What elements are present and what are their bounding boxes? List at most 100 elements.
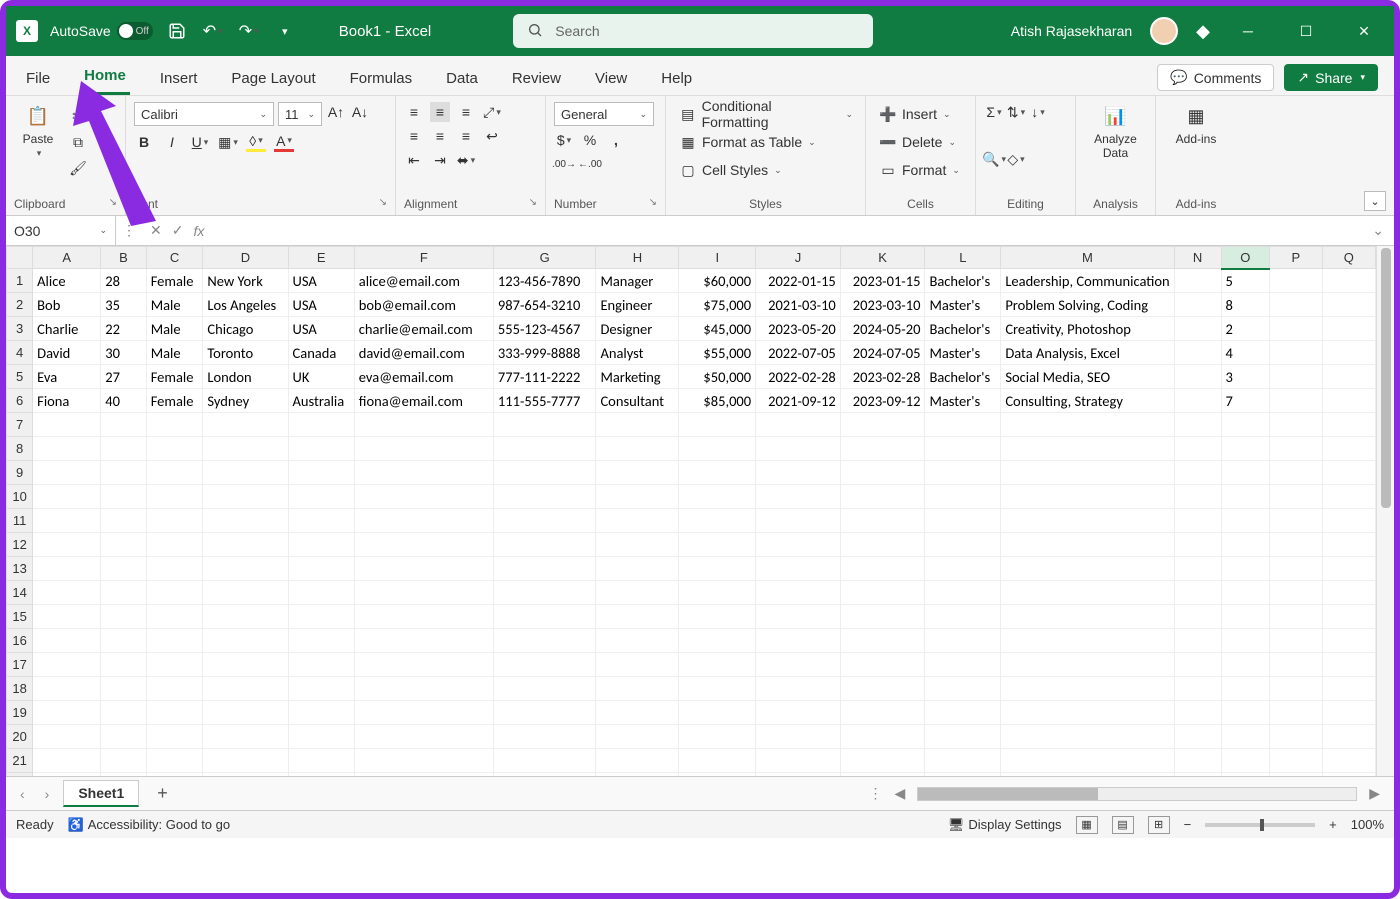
hscroll-left-icon[interactable]: ◀ <box>888 785 911 802</box>
grid-cell[interactable] <box>203 533 288 557</box>
grid-cell[interactable] <box>1270 341 1323 365</box>
grid-cell[interactable] <box>840 677 925 701</box>
grid-cell[interactable]: Australia <box>288 389 354 413</box>
grid-cell[interactable] <box>493 461 596 485</box>
grid-cell[interactable] <box>1221 773 1270 777</box>
grid-cell[interactable] <box>493 437 596 461</box>
grid-cell[interactable] <box>288 677 354 701</box>
grid-cell[interactable] <box>1270 317 1323 341</box>
grid-cell[interactable]: Marketing <box>596 365 679 389</box>
grid-cell[interactable] <box>756 437 841 461</box>
wrap-text-icon[interactable]: ↩ <box>482 126 502 146</box>
fx-icon[interactable]: fx <box>193 223 204 239</box>
grid-cell[interactable]: Manager <box>596 269 679 293</box>
sheet-nav-next-icon[interactable]: › <box>39 786 56 802</box>
grid-cell[interactable] <box>1221 485 1270 509</box>
grid-cell[interactable] <box>1322 413 1375 437</box>
redo-icon[interactable]: ↷▾ <box>237 19 261 43</box>
grid-cell[interactable] <box>101 629 146 653</box>
row-header[interactable]: 7 <box>7 413 33 437</box>
grid-cell[interactable] <box>1322 269 1375 293</box>
column-header[interactable]: A <box>33 247 101 269</box>
grid-cell[interactable] <box>1174 437 1221 461</box>
grid-cell[interactable]: Social Media, SEO <box>1001 365 1174 389</box>
grid-cell[interactable]: Male <box>146 317 203 341</box>
grid-cell[interactable] <box>288 413 354 437</box>
grid-cell[interactable] <box>1270 437 1323 461</box>
grid-cell[interactable] <box>1001 605 1174 629</box>
column-header[interactable]: D <box>203 247 288 269</box>
column-header[interactable]: I <box>679 247 756 269</box>
grid-cell[interactable] <box>1322 773 1375 777</box>
grid-cell[interactable] <box>756 725 841 749</box>
grid-cell[interactable] <box>203 557 288 581</box>
grid-cell[interactable]: Bob <box>33 293 101 317</box>
sheet-options-icon[interactable]: ⋮ <box>868 785 882 802</box>
autosave-toggle[interactable]: AutoSave Off <box>50 22 153 40</box>
format-cells-button[interactable]: ▭Format⌄ <box>874 158 964 182</box>
grid-cell[interactable] <box>354 581 493 605</box>
sheet-tab-sheet1[interactable]: Sheet1 <box>63 780 139 807</box>
grid-cell[interactable] <box>146 653 203 677</box>
grid-cell[interactable] <box>1174 605 1221 629</box>
grid-cell[interactable] <box>1221 605 1270 629</box>
maximize-button[interactable]: ☐ <box>1286 23 1326 40</box>
row-header[interactable]: 6 <box>7 389 33 413</box>
grid-cell[interactable] <box>925 509 1001 533</box>
grid-cell[interactable] <box>1322 485 1375 509</box>
row-header[interactable]: 9 <box>7 461 33 485</box>
grid-cell[interactable] <box>840 701 925 725</box>
borders-icon[interactable]: ▦▾ <box>218 132 238 152</box>
grid-cell[interactable] <box>1270 269 1323 293</box>
grid-cell[interactable] <box>146 629 203 653</box>
format-painter-icon[interactable]: 🖌 <box>68 158 88 178</box>
grid-cell[interactable] <box>354 461 493 485</box>
grid-cell[interactable] <box>203 509 288 533</box>
column-header[interactable]: E <box>288 247 354 269</box>
grid-cell[interactable]: bob@email.com <box>354 293 493 317</box>
grid-cell[interactable] <box>288 653 354 677</box>
grid-cell[interactable] <box>925 485 1001 509</box>
grid-cell[interactable]: Chicago <box>203 317 288 341</box>
minimize-button[interactable]: ─ <box>1228 23 1268 39</box>
grid-cell[interactable]: 2021-03-10 <box>756 293 841 317</box>
grid-cell[interactable] <box>1322 725 1375 749</box>
grid-cell[interactable] <box>596 509 679 533</box>
grid-cell[interactable] <box>493 581 596 605</box>
grid-cell[interactable]: Eva <box>33 365 101 389</box>
grid-cell[interactable] <box>1322 701 1375 725</box>
grid-cell[interactable] <box>354 413 493 437</box>
increase-indent-icon[interactable]: ⇥ <box>430 150 450 170</box>
grid-cell[interactable] <box>925 461 1001 485</box>
grid-cell[interactable]: Los Angeles <box>203 293 288 317</box>
grid-cell[interactable] <box>596 677 679 701</box>
grid-cell[interactable]: David <box>33 341 101 365</box>
grid-cell[interactable] <box>1001 581 1174 605</box>
grid-cell[interactable] <box>756 677 841 701</box>
grid-cell[interactable] <box>840 557 925 581</box>
cut-icon[interactable]: ✂ <box>68 106 88 126</box>
grid-cell[interactable] <box>1174 677 1221 701</box>
sort-filter-icon[interactable]: ⇅▾ <box>1006 102 1026 122</box>
grid-cell[interactable] <box>1270 773 1323 777</box>
grid-cell[interactable] <box>1322 293 1375 317</box>
grid-cell[interactable] <box>596 653 679 677</box>
grid-cell[interactable] <box>493 677 596 701</box>
grid-cell[interactable] <box>1174 413 1221 437</box>
fill-icon[interactable]: ↓▾ <box>1028 102 1048 122</box>
grid-cell[interactable] <box>1174 653 1221 677</box>
grid-cell[interactable] <box>1221 509 1270 533</box>
grid-cell[interactable] <box>1174 725 1221 749</box>
grid-cell[interactable] <box>679 677 756 701</box>
grid-cell[interactable]: Fiona <box>33 389 101 413</box>
row-header[interactable]: 15 <box>7 605 33 629</box>
grid-cell[interactable]: 3 <box>1221 365 1270 389</box>
italic-button[interactable]: I <box>162 132 182 152</box>
grid-cell[interactable] <box>1322 389 1375 413</box>
grid-cell[interactable]: 2022-02-28 <box>756 365 841 389</box>
grid-cell[interactable]: $85,000 <box>679 389 756 413</box>
grid-cell[interactable] <box>1174 485 1221 509</box>
grid-cell[interactable] <box>756 533 841 557</box>
column-header[interactable]: C <box>146 247 203 269</box>
grid-cell[interactable] <box>1322 581 1375 605</box>
